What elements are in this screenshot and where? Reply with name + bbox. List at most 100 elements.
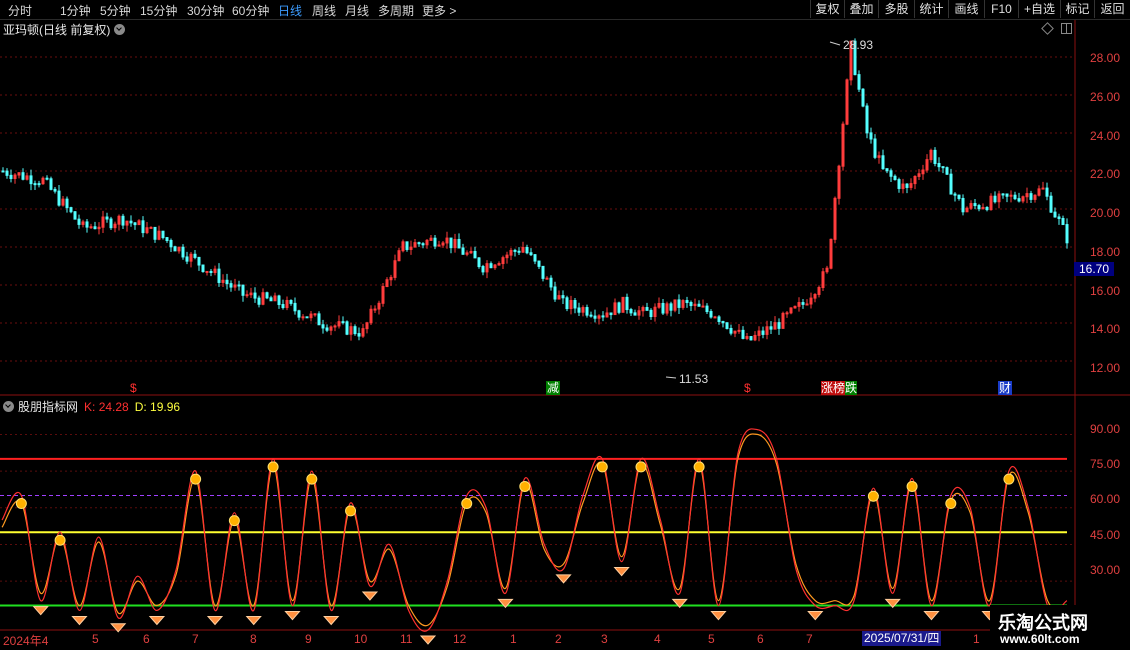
price-candle bbox=[45, 177, 49, 180]
price-candle bbox=[237, 284, 241, 287]
x-axis-label: 1 bbox=[973, 632, 980, 646]
price-candle bbox=[645, 307, 649, 311]
price-candle bbox=[473, 250, 477, 259]
event-marker[interactable]: 财 bbox=[998, 381, 1013, 395]
price-candle bbox=[721, 320, 725, 324]
price-candle bbox=[977, 205, 981, 210]
d-value: D: 19.96 bbox=[134, 400, 181, 414]
price-candle bbox=[77, 218, 81, 225]
price-candle bbox=[1065, 224, 1069, 244]
price-candle bbox=[893, 175, 897, 181]
sell-signal-icon bbox=[867, 490, 879, 502]
sell-signal-icon bbox=[190, 473, 202, 485]
buy-signal-icon bbox=[923, 611, 940, 621]
price-candle bbox=[873, 138, 877, 158]
x-axis-label: 9 bbox=[305, 632, 312, 646]
x-axis-label: 7 bbox=[192, 632, 199, 646]
buy-signal-icon bbox=[323, 615, 340, 626]
chevron-down-icon[interactable] bbox=[114, 24, 126, 35]
price-candle bbox=[73, 211, 77, 220]
price-candle bbox=[705, 305, 709, 313]
price-candle bbox=[181, 246, 185, 258]
price-candle bbox=[985, 206, 989, 211]
price-candle bbox=[129, 220, 133, 224]
price-candle bbox=[421, 243, 425, 246]
chevron-down-icon[interactable] bbox=[3, 401, 14, 412]
high-pointer bbox=[829, 41, 841, 46]
x-axis-label: 4 bbox=[654, 632, 661, 646]
price-candle bbox=[29, 175, 33, 185]
price-candle bbox=[553, 286, 557, 300]
buy-signal-icon bbox=[710, 611, 727, 621]
price-candle bbox=[1017, 198, 1021, 202]
price-candle bbox=[9, 174, 13, 180]
price-candle bbox=[941, 166, 945, 169]
x-axis-label: 6 bbox=[143, 632, 150, 646]
price-candle bbox=[265, 292, 269, 299]
sell-signal-icon bbox=[461, 498, 473, 510]
sell-signal-icon bbox=[228, 515, 240, 527]
event-rank-down: 跌 bbox=[845, 381, 858, 395]
price-candle bbox=[121, 215, 125, 226]
price-candle bbox=[517, 250, 521, 253]
price-candle bbox=[649, 309, 653, 318]
price-candle bbox=[5, 170, 9, 176]
price-candle bbox=[185, 256, 189, 262]
price-candle bbox=[33, 183, 37, 186]
price-candle bbox=[1001, 193, 1005, 196]
price-candle bbox=[165, 237, 169, 242]
price-candle bbox=[1049, 195, 1053, 213]
price-candle bbox=[933, 149, 937, 164]
buy-signal-icon bbox=[110, 623, 127, 633]
price-candle bbox=[305, 316, 309, 319]
price-candle bbox=[417, 242, 421, 245]
chart-canvas[interactable]: 28.93 11.53 bbox=[0, 0, 1130, 650]
price-candle bbox=[937, 162, 941, 168]
price-candle bbox=[805, 303, 809, 306]
event-marker-ranking[interactable]: 涨榜跌 bbox=[820, 381, 858, 395]
panel-toggle-icon[interactable] bbox=[1061, 23, 1072, 34]
price-candle bbox=[945, 167, 949, 175]
price-candle bbox=[37, 183, 41, 186]
price-candle bbox=[373, 308, 377, 311]
price-candle bbox=[21, 172, 25, 180]
x-axis-label: 2024年4 bbox=[3, 634, 49, 648]
price-candle bbox=[617, 302, 621, 313]
price-candle bbox=[725, 322, 729, 329]
price-candle bbox=[489, 263, 493, 269]
event-marker[interactable]: $ bbox=[743, 381, 752, 395]
price-candle bbox=[277, 295, 281, 306]
price-candle bbox=[1, 170, 5, 173]
price-candle bbox=[857, 74, 861, 90]
sell-signal-icon bbox=[306, 473, 318, 485]
price-candle bbox=[777, 322, 781, 329]
event-marker[interactable]: 减 bbox=[546, 381, 561, 395]
buy-signal-icon bbox=[245, 615, 262, 626]
price-candle bbox=[313, 313, 317, 316]
x-axis-label: 11 bbox=[400, 632, 413, 646]
price-candle bbox=[301, 316, 305, 319]
price-tick: 24.00 bbox=[1090, 129, 1121, 143]
low-price-label: 11.53 bbox=[679, 372, 708, 386]
price-candle bbox=[477, 257, 481, 268]
price-candle bbox=[1057, 216, 1061, 220]
x-axis-label: 3 bbox=[601, 632, 608, 646]
price-candle bbox=[437, 244, 441, 247]
price-candle bbox=[1013, 194, 1017, 200]
price-candle bbox=[709, 311, 713, 318]
price-candle bbox=[593, 315, 597, 319]
price-candle bbox=[293, 302, 297, 312]
x-axis-label: 5 bbox=[92, 632, 99, 646]
price-tick: 28.00 bbox=[1090, 51, 1121, 65]
event-marker[interactable]: $ bbox=[129, 381, 138, 395]
price-tick: 16.00 bbox=[1090, 284, 1121, 298]
price-candle bbox=[957, 194, 961, 199]
price-candle bbox=[317, 313, 321, 326]
price-candle bbox=[321, 324, 325, 329]
price-candle bbox=[93, 226, 97, 230]
price-candle bbox=[585, 307, 589, 316]
price-candle bbox=[717, 316, 721, 322]
price-candle bbox=[769, 326, 773, 330]
price-candle bbox=[481, 266, 485, 273]
price-candle bbox=[209, 270, 213, 274]
